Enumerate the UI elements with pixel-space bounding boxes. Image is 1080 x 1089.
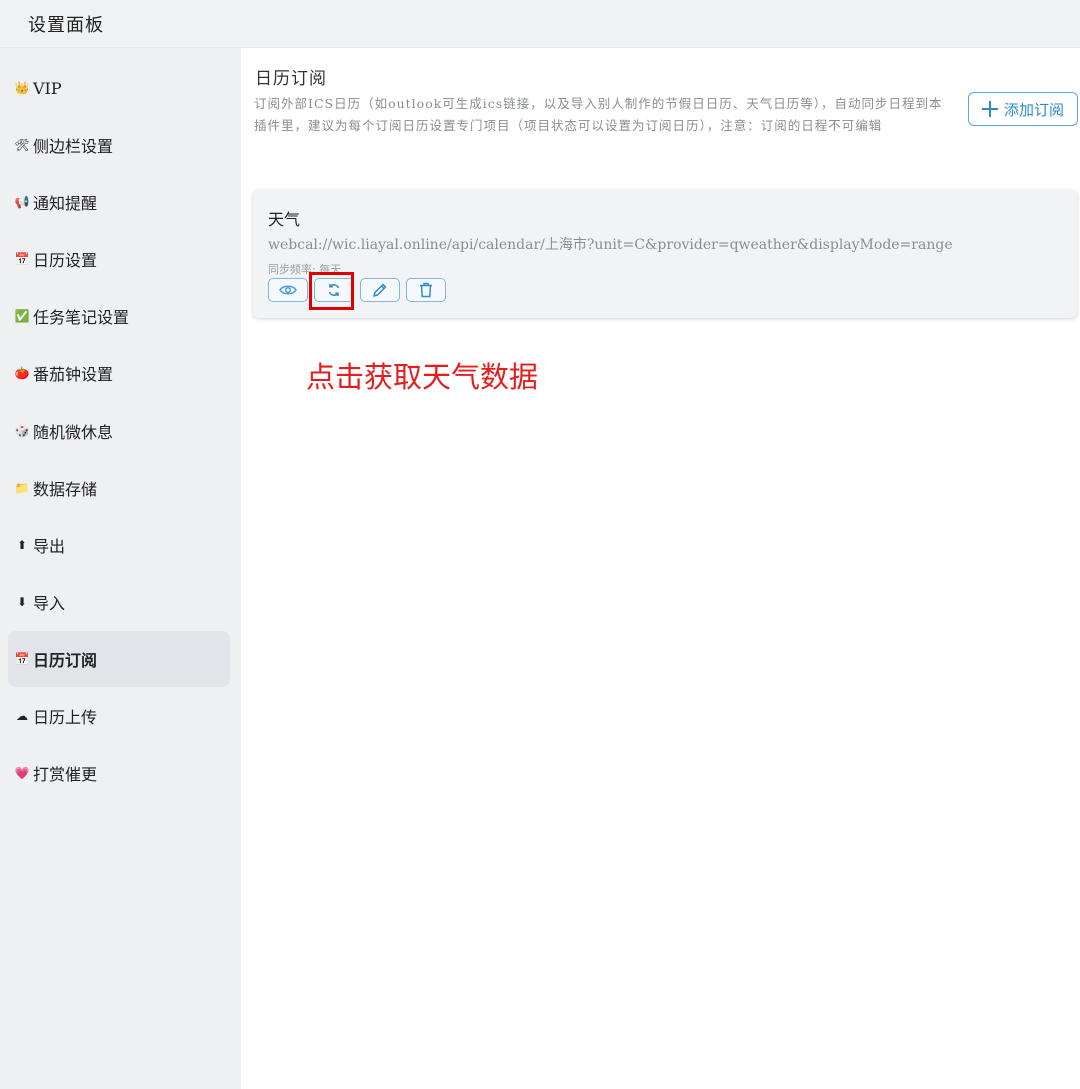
- delete-button[interactable]: [406, 278, 446, 302]
- subscription-card: 天气 webcal://wic.liayal.online/api/calend…: [253, 190, 1077, 318]
- subscription-name: 天气: [268, 210, 301, 229]
- sidebar-item-data-storage[interactable]: 📁 数据存储: [8, 460, 230, 516]
- folder-icon: 📁: [14, 481, 30, 495]
- sidebar-item-micro-break[interactable]: 🎲 随机微休息: [8, 403, 230, 459]
- crown-icon: 👑: [14, 81, 30, 95]
- sidebar-item-calendar-settings[interactable]: 📅 日历设置: [8, 231, 230, 287]
- sidebar-item-label: 日历上传: [33, 708, 98, 727]
- dice-icon: 🎲: [14, 424, 30, 438]
- sidebar-item-label: 日历订阅: [33, 651, 98, 670]
- sidebar-item-donate[interactable]: 💗 打赏催更: [8, 745, 230, 801]
- sidebar-item-label: 任务笔记设置: [33, 308, 130, 327]
- pencil-icon: [373, 283, 387, 297]
- eye-icon: [279, 285, 297, 295]
- main-panel: 日历订阅 订阅外部ICS日历（如outlook可生成ics链接，以及导入别人制作…: [241, 48, 1080, 1089]
- view-button[interactable]: [268, 278, 308, 302]
- sidebar-item-calendar-subscription[interactable]: 📅 日历订阅: [8, 631, 230, 687]
- calendar-icon: 📅: [14, 252, 30, 266]
- sidebar-item-label: 打赏催更: [33, 765, 98, 784]
- sidebar: 👑 VIP 🛠 侧边栏设置 📢 通知提醒 📅 日历设置 ✅ 任务笔记设置 🍅 番…: [0, 48, 241, 1089]
- sidebar-item-export[interactable]: ⬆ 导出: [8, 517, 230, 573]
- sidebar-item-label: 导出: [33, 537, 66, 556]
- annotation-text: 点击获取天气数据: [306, 360, 539, 394]
- cloud-icon: ☁: [16, 709, 28, 723]
- megaphone-icon: 📢: [14, 195, 30, 209]
- subscription-url: webcal://wic.liayal.online/api/calendar/…: [268, 237, 953, 253]
- calendar-icon: 📅: [14, 652, 30, 666]
- tools-icon: 🛠: [14, 138, 30, 152]
- header: 设置面板: [0, 0, 1080, 48]
- trash-icon: [420, 282, 432, 298]
- sidebar-item-pomodoro[interactable]: 🍅 番茄钟设置: [8, 345, 230, 401]
- page-title: 设置面板: [28, 15, 104, 36]
- arrow-up-icon: ⬆: [16, 538, 28, 552]
- highlight-box: [309, 272, 354, 310]
- section-description: 订阅外部ICS日历（如outlook可生成ics链接，以及导入别人制作的节假日日…: [254, 96, 943, 133]
- edit-button[interactable]: [360, 278, 400, 302]
- sidebar-item-vip[interactable]: 👑 VIP: [8, 60, 230, 116]
- sidebar-item-sidebar-settings[interactable]: 🛠 侧边栏设置: [8, 117, 230, 173]
- checkmark-icon: ✅: [14, 309, 30, 323]
- sidebar-item-label: VIP: [33, 78, 62, 98]
- sidebar-item-import[interactable]: ⬇ 导入: [8, 574, 230, 630]
- sidebar-item-label: 随机微休息: [33, 423, 114, 442]
- sidebar-item-label: 日历设置: [33, 251, 98, 270]
- sidebar-item-label: 番茄钟设置: [33, 365, 114, 384]
- tomato-icon: 🍅: [14, 366, 30, 380]
- sidebar-item-notifications[interactable]: 📢 通知提醒: [8, 174, 230, 230]
- plus-icon: [981, 101, 998, 117]
- arrow-down-icon: ⬇: [16, 595, 28, 609]
- section-title: 日历订阅: [255, 69, 327, 89]
- sidebar-item-task-notes[interactable]: ✅ 任务笔记设置: [8, 288, 230, 344]
- sidebar-item-label: 通知提醒: [33, 194, 98, 213]
- sidebar-item-calendar-upload[interactable]: ☁ 日历上传: [8, 688, 230, 744]
- sidebar-item-label: 导入: [33, 594, 66, 613]
- add-subscription-button[interactable]: 添加订阅: [968, 92, 1078, 126]
- sidebar-item-label: 数据存储: [33, 480, 98, 499]
- sidebar-item-label: 侧边栏设置: [33, 137, 114, 156]
- add-subscription-label: 添加订阅: [1003, 100, 1064, 119]
- heart-icon: 💗: [14, 766, 30, 780]
